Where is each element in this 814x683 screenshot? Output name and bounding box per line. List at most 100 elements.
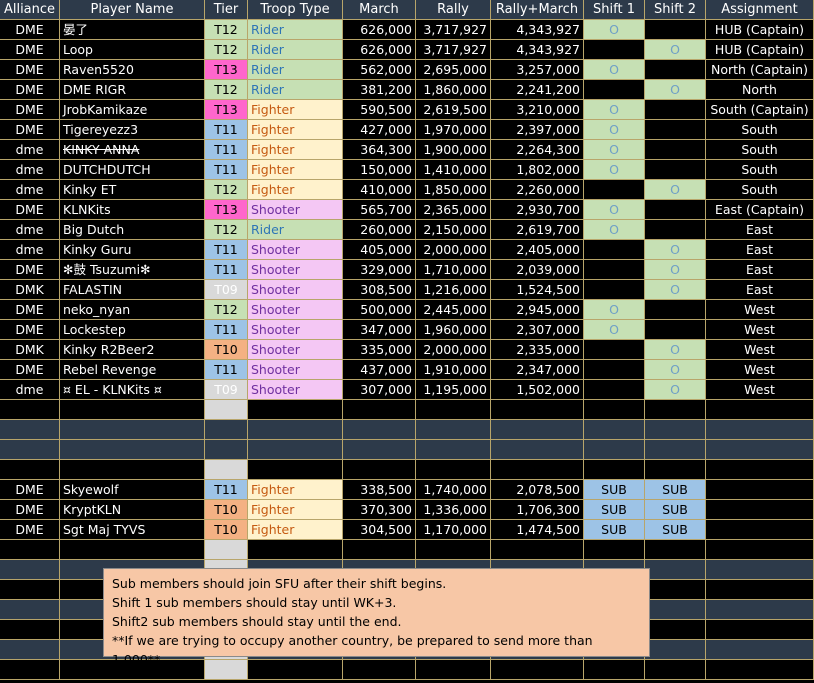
rally-cell[interactable]: 3,717,927: [416, 20, 491, 40]
player-name-cell[interactable]: JrobKamikaze: [60, 100, 205, 120]
tier-cell[interactable]: T10: [205, 340, 248, 360]
shift2-cell[interactable]: [645, 160, 706, 180]
column-header[interactable]: Shift 2: [645, 0, 706, 20]
empty-cell[interactable]: [645, 440, 706, 460]
alliance-cell[interactable]: DME: [0, 360, 60, 380]
troop-type-cell[interactable]: Shooter: [248, 320, 343, 340]
troop-type-cell[interactable]: Rider: [248, 20, 343, 40]
rally-march-cell[interactable]: 2,078,500: [491, 480, 584, 500]
empty-cell[interactable]: [205, 440, 248, 460]
alliance-cell[interactable]: DME: [0, 80, 60, 100]
empty-cell[interactable]: [584, 420, 645, 440]
troop-type-cell[interactable]: Shooter: [248, 240, 343, 260]
shift2-cell[interactable]: SUB: [645, 520, 706, 540]
assignment-cell[interactable]: East (Captain): [706, 200, 814, 220]
rally-march-cell[interactable]: 2,335,000: [491, 340, 584, 360]
alliance-cell[interactable]: DME: [0, 60, 60, 80]
rally-cell[interactable]: 2,695,000: [416, 60, 491, 80]
shift1-cell[interactable]: O: [584, 160, 645, 180]
empty-cell[interactable]: [416, 540, 491, 560]
shift1-cell[interactable]: [584, 380, 645, 400]
tier-cell[interactable]: T11: [205, 480, 248, 500]
rally-cell[interactable]: 1,710,000: [416, 260, 491, 280]
shift2-cell[interactable]: [645, 120, 706, 140]
column-header[interactable]: Tier: [205, 0, 248, 20]
empty-cell[interactable]: [491, 420, 584, 440]
empty-cell[interactable]: [248, 440, 343, 460]
assignment-cell[interactable]: HUB (Captain): [706, 40, 814, 60]
alliance-cell[interactable]: DME: [0, 480, 60, 500]
rally-march-cell[interactable]: 2,347,000: [491, 360, 584, 380]
rally-march-cell[interactable]: 4,343,927: [491, 20, 584, 40]
shift2-cell[interactable]: [645, 200, 706, 220]
rally-cell[interactable]: 1,970,000: [416, 120, 491, 140]
assignment-cell[interactable]: East: [706, 260, 814, 280]
shift1-cell[interactable]: O: [584, 200, 645, 220]
tier-cell[interactable]: T12: [205, 300, 248, 320]
player-name-cell[interactable]: Kinky R2Beer2: [60, 340, 205, 360]
troop-type-cell[interactable]: Shooter: [248, 340, 343, 360]
rally-march-cell[interactable]: 2,930,700: [491, 200, 584, 220]
rally-cell[interactable]: 1,850,000: [416, 180, 491, 200]
rally-cell[interactable]: 1,195,000: [416, 380, 491, 400]
march-cell[interactable]: 304,500: [343, 520, 416, 540]
empty-cell[interactable]: [416, 420, 491, 440]
empty-cell[interactable]: [60, 420, 205, 440]
player-name-cell[interactable]: KryptKLN: [60, 500, 205, 520]
alliance-cell[interactable]: DMK: [0, 340, 60, 360]
shift2-cell[interactable]: O: [645, 360, 706, 380]
assignment-cell[interactable]: [706, 500, 814, 520]
rally-march-cell[interactable]: 2,260,000: [491, 180, 584, 200]
assignment-cell[interactable]: North (Captain): [706, 60, 814, 80]
assignment-cell[interactable]: South: [706, 180, 814, 200]
empty-cell[interactable]: [416, 440, 491, 460]
rally-march-cell[interactable]: 2,405,000: [491, 240, 584, 260]
alliance-cell[interactable]: DME: [0, 300, 60, 320]
player-name-cell[interactable]: neko_nyan: [60, 300, 205, 320]
empty-cell[interactable]: [60, 460, 205, 480]
empty-cell[interactable]: [343, 400, 416, 420]
player-name-cell[interactable]: DME RIGR: [60, 80, 205, 100]
empty-cell[interactable]: [584, 460, 645, 480]
shift2-cell[interactable]: [645, 320, 706, 340]
alliance-cell[interactable]: DME: [0, 20, 60, 40]
player-name-cell[interactable]: FALASTIN: [60, 280, 205, 300]
shift2-cell[interactable]: [645, 100, 706, 120]
empty-cell[interactable]: [0, 620, 60, 640]
rally-cell[interactable]: 2,000,000: [416, 240, 491, 260]
empty-cell[interactable]: [491, 540, 584, 560]
shift1-cell[interactable]: O: [584, 120, 645, 140]
empty-cell[interactable]: [706, 660, 814, 680]
empty-cell[interactable]: [205, 420, 248, 440]
empty-cell[interactable]: [706, 420, 814, 440]
empty-cell[interactable]: [343, 460, 416, 480]
alliance-cell[interactable]: DME: [0, 40, 60, 60]
march-cell[interactable]: 562,000: [343, 60, 416, 80]
shift1-cell[interactable]: [584, 80, 645, 100]
rally-cell[interactable]: 1,170,000: [416, 520, 491, 540]
march-cell[interactable]: 500,000: [343, 300, 416, 320]
shift1-cell[interactable]: O: [584, 220, 645, 240]
march-cell[interactable]: 437,000: [343, 360, 416, 380]
tier-cell[interactable]: T13: [205, 100, 248, 120]
shift1-cell[interactable]: O: [584, 20, 645, 40]
empty-cell[interactable]: [706, 560, 814, 580]
troop-type-cell[interactable]: Fighter: [248, 120, 343, 140]
shift2-cell[interactable]: O: [645, 380, 706, 400]
alliance-cell[interactable]: dme: [0, 240, 60, 260]
tier-cell[interactable]: T11: [205, 120, 248, 140]
shift2-cell[interactable]: O: [645, 80, 706, 100]
empty-cell[interactable]: [706, 440, 814, 460]
troop-type-cell[interactable]: Rider: [248, 220, 343, 240]
empty-cell[interactable]: [491, 440, 584, 460]
shift2-cell[interactable]: O: [645, 280, 706, 300]
empty-cell[interactable]: [0, 440, 60, 460]
empty-cell[interactable]: [343, 420, 416, 440]
rally-cell[interactable]: 1,900,000: [416, 140, 491, 160]
assignment-cell[interactable]: West: [706, 340, 814, 360]
assignment-cell[interactable]: East: [706, 220, 814, 240]
player-name-cell[interactable]: 晏了: [60, 20, 205, 40]
troop-type-cell[interactable]: Rider: [248, 60, 343, 80]
assignment-cell[interactable]: East: [706, 240, 814, 260]
march-cell[interactable]: 307,000: [343, 380, 416, 400]
